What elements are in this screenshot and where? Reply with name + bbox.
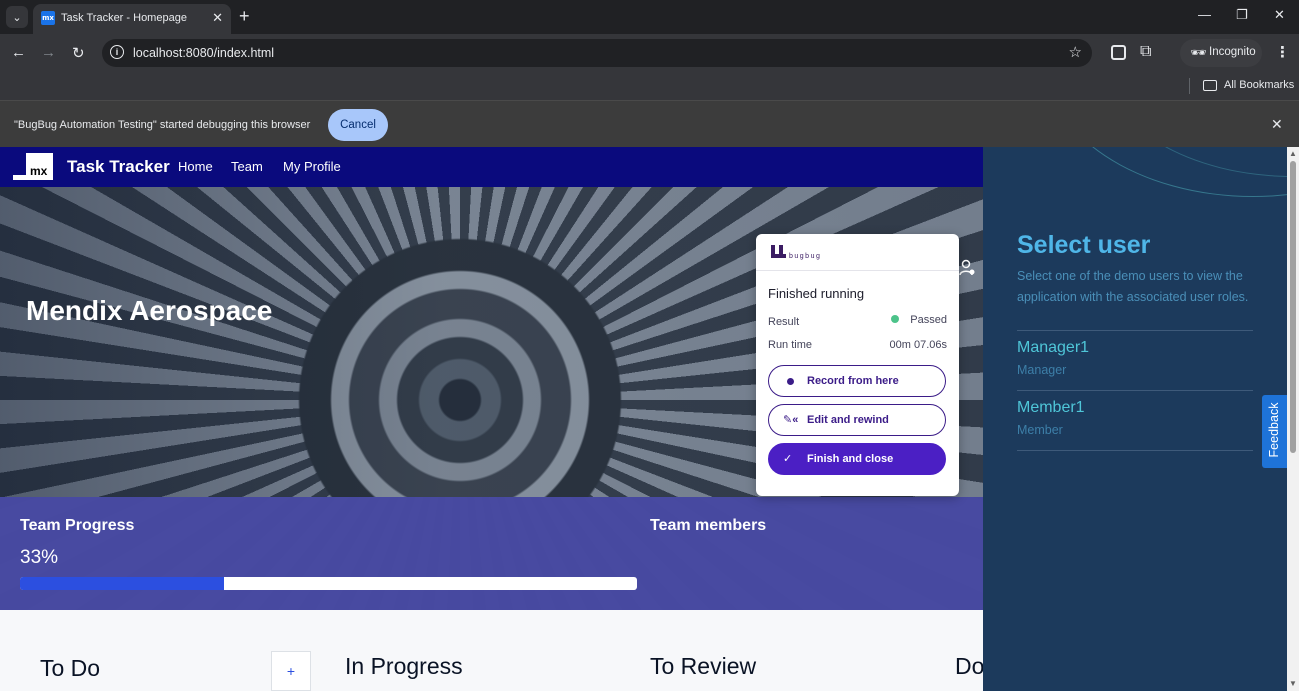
- edit-rewind-icon: ✎«: [783, 414, 799, 426]
- nav-my-profile[interactable]: My Profile: [283, 159, 341, 174]
- favicon-icon: mx: [41, 11, 55, 25]
- brand-title[interactable]: Task Tracker: [67, 157, 170, 177]
- window-close-icon[interactable]: ✕: [1274, 7, 1285, 23]
- column-title-todo: To Do: [40, 655, 101, 681]
- select-user-description: Select one of the demo users to view the…: [1017, 269, 1249, 304]
- cancel-debugging-button[interactable]: Cancel: [328, 109, 388, 141]
- debugging-message: "BugBug Automation Testing" started debu…: [14, 119, 311, 131]
- extensions-puzzle-icon[interactable]: ⧉: [1140, 43, 1151, 61]
- browser-tab[interactable]: mx Task Tracker - Homepage ✕: [33, 4, 231, 34]
- site-info-icon[interactable]: i: [110, 45, 124, 59]
- checkmark-icon: ✓: [783, 453, 793, 465]
- all-bookmarks-link[interactable]: All Bookmarks: [1224, 79, 1294, 91]
- nav-home[interactable]: Home: [178, 159, 213, 174]
- select-user-title: Select user: [1017, 231, 1151, 259]
- incognito-badge[interactable]: 🕶 Incognito: [1180, 39, 1262, 67]
- bugbug-header: bugbug: [756, 234, 959, 271]
- team-progress-value: 33%: [20, 547, 59, 568]
- team-progress-bar: [20, 577, 637, 590]
- user-settings-icon[interactable]: [958, 259, 976, 277]
- minimize-icon[interactable]: —: [1198, 7, 1211, 22]
- result-label: Result: [768, 316, 800, 328]
- tab-title: Task Tracker - Homepage: [61, 12, 187, 24]
- result-value: Passed: [891, 314, 947, 326]
- page-viewport: mx Task Tracker Home Team My Profile Men…: [0, 147, 1299, 691]
- record-from-here-button[interactable]: Record from here: [768, 365, 946, 397]
- user-member1-role: Member: [1017, 423, 1063, 437]
- passed-status-dot-icon: [891, 315, 900, 323]
- bookmarks-bar: All Bookmarks: [0, 72, 1299, 100]
- team-members-label: Team members: [650, 517, 767, 534]
- bookmarks-separator: [1189, 78, 1190, 94]
- bookmark-star-icon[interactable]: ☆: [1069, 43, 1082, 61]
- column-title-in-progress: In Progress: [345, 653, 463, 679]
- team-progress-fill: [20, 577, 224, 590]
- forward-arrow-icon[interactable]: →: [41, 44, 56, 61]
- hero-title: Mendix Aerospace: [26, 295, 273, 326]
- page-scrollbar[interactable]: ▲ ▼: [1287, 147, 1299, 691]
- incognito-icon: 🕶: [1190, 45, 1207, 60]
- column-title-done: Do: [955, 653, 985, 679]
- select-user-panel: Select user Select one of the demo users…: [983, 147, 1287, 691]
- extension-bugbug-icon[interactable]: [1111, 45, 1126, 60]
- edit-and-rewind-button[interactable]: ✎« Edit and rewind: [768, 404, 946, 436]
- folder-icon: [1203, 80, 1217, 91]
- team-progress-section: Team Progress 33% Team members: [0, 497, 983, 610]
- new-tab-plus-icon[interactable]: +: [239, 6, 250, 26]
- feedback-tab[interactable]: Feedback: [1262, 395, 1287, 468]
- user-manager1-role: Manager: [1017, 363, 1067, 377]
- task-board: To Do + In Progress To Review Do: [0, 610, 985, 691]
- app-navbar: mx Task Tracker Home Team My Profile: [0, 147, 983, 187]
- restore-icon[interactable]: ❐: [1236, 7, 1248, 23]
- debugging-infobar: "BugBug Automation Testing" started debu…: [0, 100, 1299, 147]
- address-bar[interactable]: i localhost:8080/index.html ☆: [102, 39, 1092, 67]
- team-progress-label: Team Progress: [20, 517, 135, 534]
- browser-menu-icon[interactable]: ⋮: [1275, 43, 1290, 61]
- bugbug-logo-text: bugbug: [789, 253, 822, 260]
- finish-and-close-button[interactable]: ✓ Finish and close: [768, 443, 946, 475]
- record-dot-icon: [787, 378, 794, 385]
- reload-icon[interactable]: ↻: [72, 44, 85, 62]
- runtime-value: 00m 07.06s: [889, 339, 947, 351]
- tab-search-chevron-icon[interactable]: ⌄: [6, 6, 28, 28]
- nav-team[interactable]: Team: [231, 159, 263, 174]
- browser-toolbar: ← → ↻ i localhost:8080/index.html ☆ ⧉ 🕶 …: [0, 34, 1299, 72]
- user-manager1[interactable]: Manager1: [1017, 339, 1089, 357]
- scroll-thumb[interactable]: [1290, 161, 1296, 453]
- incognito-label: Incognito: [1209, 46, 1256, 58]
- browser-tabbar: ⌄ mx Task Tracker - Homepage ✕ + — ❐ ✕: [0, 0, 1299, 34]
- add-task-button[interactable]: +: [271, 651, 311, 691]
- scroll-down-arrow-icon[interactable]: ▼: [1289, 679, 1297, 688]
- bugbug-result-popup: bugbug Finished running Result Passed Ru…: [756, 234, 959, 496]
- mendix-logo[interactable]: mx: [13, 153, 53, 180]
- column-title-to-review: To Review: [650, 653, 757, 679]
- scroll-up-arrow-icon[interactable]: ▲: [1289, 149, 1297, 158]
- bugbug-logo-icon: [771, 245, 786, 258]
- infobar-close-icon[interactable]: ✕: [1271, 116, 1283, 133]
- runtime-label: Run time: [768, 339, 813, 351]
- run-status: Finished running: [768, 286, 865, 301]
- back-arrow-icon[interactable]: ←: [11, 44, 26, 61]
- url-text[interactable]: localhost:8080/index.html: [133, 46, 274, 60]
- tab-close-icon[interactable]: ✕: [212, 10, 223, 26]
- user-member1[interactable]: Member1: [1017, 399, 1085, 417]
